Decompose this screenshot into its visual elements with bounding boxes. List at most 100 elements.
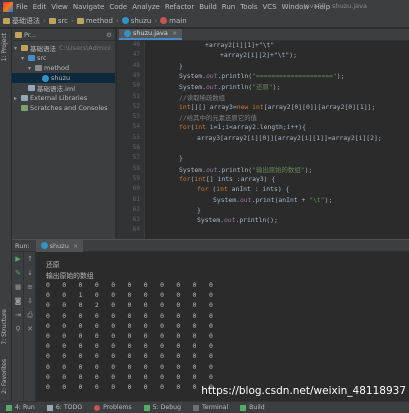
scroll-to-end-icon[interactable]: ⇩ — [26, 297, 34, 305]
soft-wrap-icon[interactable]: ≡ — [26, 283, 34, 291]
console-matrix-cell: 0 — [94, 362, 99, 371]
line-number: 49 — [132, 71, 140, 79]
code-comment[interactable]: //读取稀疏数组 — [179, 93, 225, 102]
code-line[interactable]: int[][] array3=new int[array2[0][0]][arr… — [179, 103, 375, 111]
tree-item-external-libraries[interactable]: ▸ External Libraries — [12, 93, 115, 103]
console-matrix-cell: 2 — [94, 301, 99, 310]
arrow-up-icon[interactable]: ↑ — [26, 255, 34, 263]
close-icon[interactable]: × — [73, 242, 78, 250]
console-matrix-cell: 0 — [127, 372, 132, 381]
code-line[interactable]: System.out.println("还原"); — [179, 82, 280, 91]
structure-tool-button[interactable]: 7: Structure — [1, 309, 8, 345]
console-matrix-cell: 0 — [111, 281, 116, 289]
library-icon — [21, 95, 28, 101]
code-line[interactable]: for(int i=1;i<array2.length;i++){ — [179, 123, 306, 131]
line-number: 58 — [132, 164, 140, 172]
code-line[interactable]: System.out.println("====================… — [179, 72, 344, 80]
code-line[interactable]: +array2[i][2]+"\t"); — [220, 51, 297, 59]
print-icon[interactable]: ⎙ — [26, 311, 34, 319]
menu-refactor[interactable]: Refactor — [165, 3, 194, 11]
code-line[interactable]: } — [179, 154, 183, 162]
breadcrumb-src[interactable]: src — [48, 17, 68, 25]
chevron-right-icon: › — [115, 16, 119, 25]
breadcrumb-method-main[interactable]: main — [160, 17, 187, 25]
pin-icon[interactable]: ⚲ — [14, 325, 22, 333]
terminal-tool-button[interactable]: Terminal — [193, 404, 228, 411]
console-matrix-cell: 0 — [143, 321, 148, 330]
editor-tab-shuzu[interactable]: shuzu.java × — [119, 29, 183, 40]
code-line[interactable]: System.out.print(anInt + "\t"); — [213, 196, 332, 204]
wrench-icon[interactable]: ✎ — [14, 269, 22, 277]
favorites-tool-button[interactable]: 2: Favorites — [1, 359, 8, 394]
run-tool-button[interactable]: 4: Run — [6, 404, 35, 411]
breadcrumb-project[interactable]: 基础语法 — [3, 16, 40, 26]
code-line[interactable]: System.out.println(); — [197, 216, 278, 224]
code-line[interactable]: System.out.println("输出原始的数组"); — [179, 165, 312, 174]
project-panel-title[interactable]: Pr... — [24, 31, 36, 39]
close-icon[interactable]: × — [172, 29, 177, 37]
chevron-down-icon[interactable]: ▾ — [28, 65, 35, 72]
code-line[interactable]: } — [179, 62, 183, 70]
menu-edit[interactable]: Edit — [33, 3, 47, 11]
breadcrumb-method[interactable]: method — [76, 17, 113, 25]
tree-item-label: External Libraries — [30, 94, 88, 102]
tree-item-iml[interactable]: 基础语法.iml — [12, 83, 115, 93]
chevron-down-icon[interactable]: ▾ — [14, 45, 21, 52]
build-tool-button[interactable]: Build — [240, 404, 265, 411]
rerun-icon[interactable]: ▶ — [14, 255, 22, 263]
code-line[interactable]: +array2[i][1]+"\t" — [205, 41, 274, 49]
tree-item-src[interactable]: ▾ src — [12, 53, 115, 63]
line-number: 62 — [132, 205, 140, 213]
console-matrix-cell: 0 — [111, 321, 116, 330]
debug-tool-button[interactable]: 5: Debug — [143, 404, 181, 411]
todo-tool-button[interactable]: 6: TODO — [46, 404, 82, 411]
console-matrix-cell: 0 — [192, 332, 197, 340]
stop-icon[interactable]: ■ — [14, 283, 22, 291]
code-string: "还原" — [252, 83, 273, 92]
line-number: 50 — [132, 82, 140, 90]
console-matrix-cell: 0 — [192, 342, 197, 351]
console-matrix-row: 0 0 0 0 0 0 0 0 0 0 0 — [46, 312, 225, 320]
tree-item-scratches[interactable]: Scratches and Consoles — [12, 103, 115, 113]
breadcrumb-class[interactable]: shuzu — [121, 17, 151, 25]
settings-gear-icon[interactable]: ⚙ — [106, 31, 112, 39]
console-matrix-cell: 0 — [160, 352, 164, 361]
trash-icon[interactable]: ✕ — [26, 325, 34, 333]
console-matrix-cell: 0 — [127, 342, 132, 351]
tree-item-shuzu[interactable]: shuzu — [12, 73, 115, 83]
code-line[interactable]: } — [197, 206, 201, 214]
chevron-down-icon[interactable]: ▾ — [21, 55, 28, 62]
tree-item-project-root[interactable]: ▾ 基础语法 C:\Users\Admini — [12, 43, 115, 53]
console-matrix-cell: 0 — [127, 301, 132, 310]
code-line[interactable]: array3[array2[i][0]][array2[i][1]]=array… — [197, 134, 382, 142]
menu-analyze[interactable]: Analyze — [132, 3, 160, 11]
menu-run[interactable]: Run — [222, 3, 235, 11]
menu-view[interactable]: View — [51, 3, 68, 11]
code-comment[interactable]: //给其中的元素还原它的值 — [179, 113, 257, 122]
class-icon — [124, 29, 131, 37]
menu-file[interactable]: File — [16, 3, 28, 11]
problems-tool-button[interactable]: Problems — [94, 404, 132, 411]
class-icon — [121, 17, 129, 24]
chevron-right-icon[interactable]: ▸ — [14, 95, 21, 102]
run-tab-shuzu[interactable]: shuzu × — [35, 240, 84, 252]
menu-vcs[interactable]: VCS — [262, 3, 276, 11]
code-line[interactable]: for(int[] ints :array3) { — [179, 175, 275, 183]
project-tool-button[interactable]: 1: Project — [1, 33, 8, 61]
arrow-down-icon[interactable]: ↓ — [26, 269, 34, 277]
run-toolbar-primary: ▶ ✎ ■ ◙ ⇥ ⚲ — [12, 252, 24, 401]
camera-icon[interactable]: ◙ — [14, 297, 22, 305]
tree-item-method[interactable]: ▾ method — [12, 63, 115, 73]
intellij-logo-icon — [3, 2, 13, 12]
exit-icon[interactable]: ⇥ — [14, 311, 22, 319]
menu-build[interactable]: Build — [199, 3, 217, 11]
project-panel: Pr... ⚙ ▾ 基础语法 C:\Users\Admini ▾ src ▾ m… — [12, 29, 116, 239]
menu-navigate[interactable]: Navigate — [73, 3, 104, 11]
menu-tools[interactable]: Tools — [240, 3, 257, 11]
console-matrix-cell: 0 — [143, 383, 148, 391]
menu-code[interactable]: Code — [109, 3, 127, 11]
console-output-line: 输出原始的数组 — [46, 272, 94, 280]
code-line[interactable]: for (int anInt : ints) { — [197, 185, 289, 193]
line-number: 54 — [132, 123, 140, 131]
tree-item-label: Scratches and Consoles — [30, 104, 108, 112]
